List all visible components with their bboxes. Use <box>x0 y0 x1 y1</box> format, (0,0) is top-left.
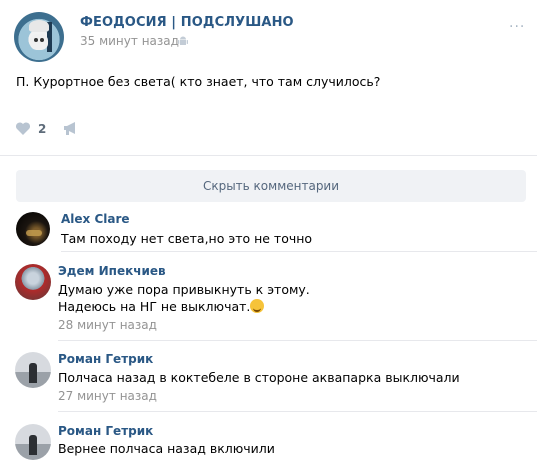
post-timestamp[interactable]: 35 минут назад <box>80 34 179 48</box>
comment-text-line-2: Надеюсь на НГ не выключат. <box>58 298 265 315</box>
comment-author[interactable]: Alex Clare <box>61 212 130 226</box>
smile-emoji-icon <box>250 299 265 313</box>
heart-icon[interactable] <box>15 121 31 136</box>
avatar[interactable] <box>16 212 50 246</box>
group-avatar[interactable] <box>14 12 64 62</box>
like-count[interactable]: 2 <box>38 122 46 136</box>
avatar[interactable] <box>15 352 51 388</box>
comment-author[interactable]: Эдем Ипекчиев <box>58 264 166 278</box>
comment-separator <box>58 340 537 341</box>
avatar[interactable] <box>15 424 51 460</box>
comment-text-line-1: Думаю уже пора привыкнуть к этому. <box>58 282 310 297</box>
comment-timestamp[interactable]: 27 минут назад <box>58 389 157 403</box>
comment-author[interactable]: Роман Гетрик <box>58 352 153 366</box>
post-text: П. Курортное без света( кто знает, что т… <box>16 74 381 89</box>
more-options-icon[interactable]: ··· <box>509 19 525 35</box>
comment-text: Там походу нет света,но это не точно <box>61 231 313 246</box>
post-divider <box>0 155 537 156</box>
comment-text: Вернее полчаса назад включили <box>58 441 275 456</box>
comment-author[interactable]: Роман Гетрик <box>58 424 153 438</box>
comment-separator <box>58 411 537 412</box>
comment-text: Полчаса назад в коктебеле в стороне аква… <box>58 370 460 385</box>
comment-timestamp[interactable]: 28 минут назад <box>58 318 157 332</box>
group-name-link[interactable]: ФЕОДОСИЯ | ПОДСЛУШАНО <box>80 15 294 30</box>
android-icon <box>178 36 188 45</box>
comment-separator <box>61 251 537 252</box>
share-megaphone-icon[interactable] <box>62 120 80 136</box>
avatar[interactable] <box>15 264 51 300</box>
hide-comments-button[interactable]: Скрыть комментарии <box>16 170 526 202</box>
